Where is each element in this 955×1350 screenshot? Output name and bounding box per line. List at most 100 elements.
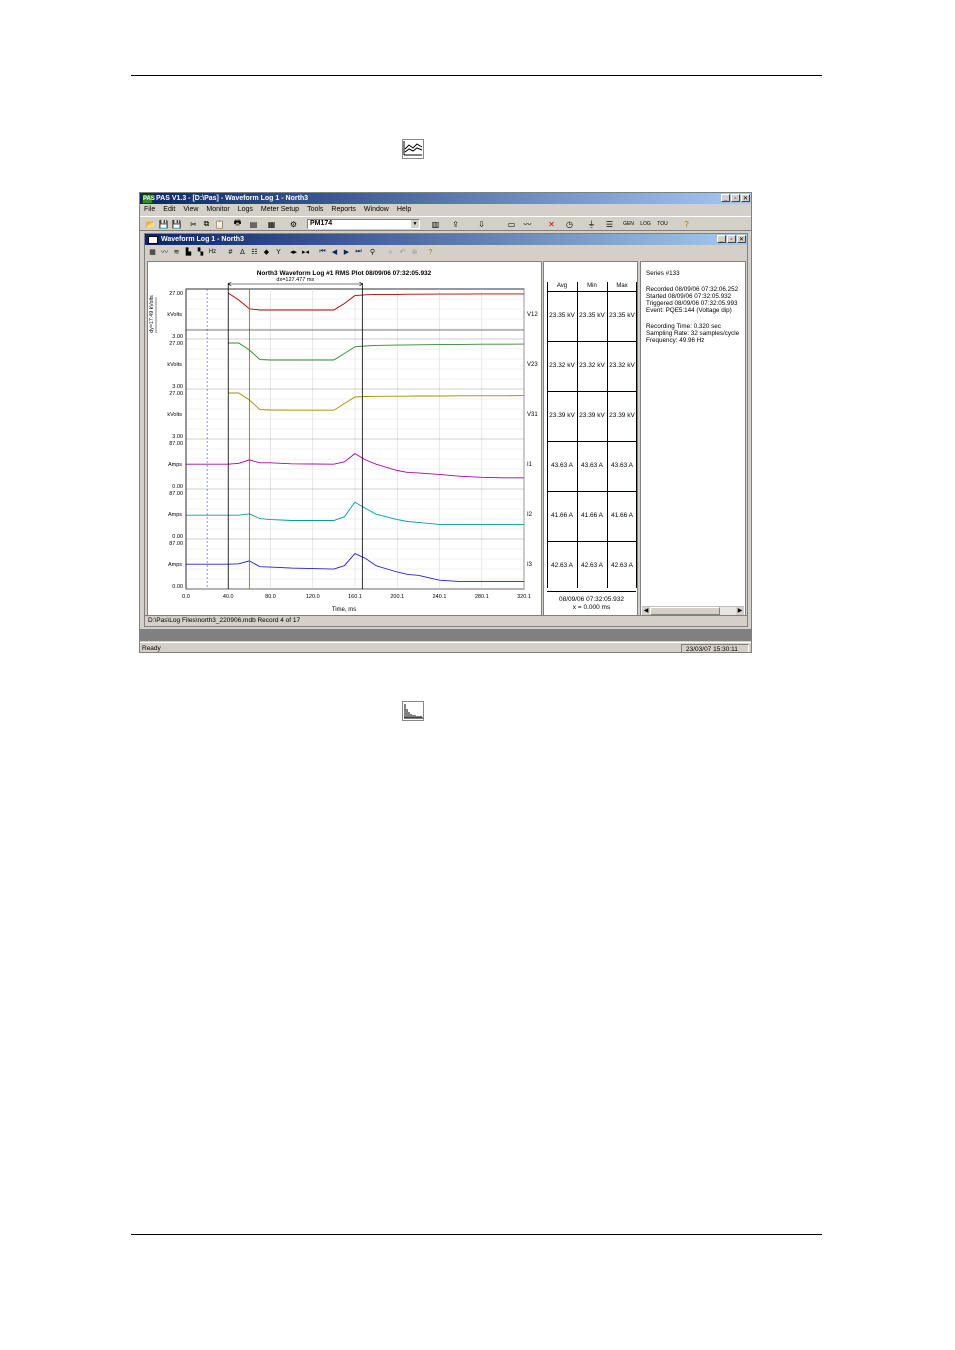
table-row: 43.63 A 43.63 A 43.63 A: [547, 441, 636, 492]
channels-icon[interactable]: ☷: [249, 247, 260, 257]
previous-record-icon[interactable]: ◀: [329, 247, 340, 257]
paste-icon[interactable]: 📋: [214, 219, 225, 229]
marker-icon[interactable]: ◆: [261, 247, 272, 257]
series-line-v23: [228, 342, 524, 361]
clock-icon[interactable]: ◷: [564, 219, 575, 229]
tou-button[interactable]: TOU: [657, 219, 668, 229]
chevron-down-icon[interactable]: ▼: [411, 220, 419, 228]
x-tick-label: 240.1: [433, 594, 447, 600]
copy-icon[interactable]: ⧉: [201, 219, 212, 229]
save-all-icon[interactable]: 💾: [171, 219, 182, 229]
table-border: [636, 282, 637, 588]
delete-icon[interactable]: ✕: [546, 219, 557, 229]
x-tick-label: 40.0: [223, 594, 234, 600]
reset-icon[interactable]: ⏚: [586, 219, 597, 229]
save-icon[interactable]: 💾: [158, 219, 169, 229]
y-max-label: 87.00: [169, 491, 183, 497]
scroll-right-icon[interactable]: ▶: [736, 607, 744, 615]
min-cell: 41.66 A: [580, 512, 604, 519]
max-cell: 23.39 kV: [609, 412, 635, 419]
y-min-label: 0.00: [172, 484, 183, 490]
scroll-thumb[interactable]: [650, 607, 720, 615]
print-preview-icon[interactable]: ▤: [248, 219, 259, 229]
info-line: Triggered 08/09/06 07:32:05.993: [646, 300, 738, 307]
series-line-v12: [227, 292, 524, 311]
app-title: PAS V1.3 - [D:\Pas] - Waveform Log 1 - N…: [156, 195, 309, 202]
child-maximize-button[interactable]: ▫: [727, 235, 736, 243]
min-header: Min: [587, 283, 597, 289]
list-icon[interactable]: ☰: [604, 219, 615, 229]
header-rule: [131, 75, 822, 76]
rms-plot-pane[interactable]: North3 Waveform Log #1 RMS Plot 08/09/06…: [147, 261, 542, 618]
zoom-x-icon[interactable]: ◂▸: [288, 247, 299, 257]
menu-logs[interactable]: Logs: [238, 206, 253, 213]
menu-file[interactable]: File: [144, 206, 155, 213]
menu-edit[interactable]: Edit: [163, 206, 175, 213]
close-button[interactable]: ✕: [741, 194, 750, 202]
fit-icon[interactable]: ▸◂: [300, 247, 311, 257]
open-folder-icon[interactable]: 📂: [145, 219, 156, 229]
scroll-left-icon[interactable]: ◀: [642, 607, 650, 615]
max-cell: 42.63 A: [610, 562, 634, 569]
menu-monitor[interactable]: Monitor: [206, 206, 229, 213]
x-tick-label: 200.1: [390, 594, 404, 600]
child-close-button[interactable]: ✕: [737, 235, 746, 243]
spectrum-view-icon[interactable]: ▙: [183, 247, 194, 257]
connect-icon[interactable]: ⚙: [288, 219, 299, 229]
menu-tools[interactable]: Tools: [307, 206, 323, 213]
phasor-icon[interactable]: ▚: [195, 247, 206, 257]
menu-meter-setup[interactable]: Meter Setup: [261, 206, 299, 213]
find-icon[interactable]: ⚲: [367, 247, 378, 257]
forward-icon[interactable]: »: [385, 247, 396, 257]
download-icon[interactable]: ⇩: [476, 219, 487, 229]
dy-annotation: dy=17.49 kVolts: [149, 295, 155, 333]
y-min-label: 3.00: [172, 434, 183, 440]
minimize-button[interactable]: _: [721, 194, 730, 202]
log-button[interactable]: LOG: [640, 219, 651, 229]
avg-header: Avg: [556, 283, 568, 289]
upload-icon[interactable]: ⇪: [450, 219, 461, 229]
monitor-icon[interactable]: ▭: [506, 219, 517, 229]
chart-icon[interactable]: 〰: [522, 219, 533, 229]
series-label: V31: [527, 412, 538, 418]
next-record-icon[interactable]: ▶: [341, 247, 352, 257]
stop-icon[interactable]: ⊗: [409, 247, 420, 257]
cursor-timestamp: 08/09/06 07:32:05.932: [558, 596, 625, 603]
zoom-y-icon[interactable]: Y: [273, 247, 284, 257]
waveform-toolbar: ▦ 〰 ≋ ▙ ▚ Hz # Δ ☷ ◆ Y ◂▸ ▸◂ ⏮ ◀ ▶ ⏭ ⚲ »…: [145, 246, 747, 259]
first-record-icon[interactable]: ⏮: [317, 247, 328, 257]
max-header: Max: [616, 283, 628, 289]
menu-reports[interactable]: Reports: [331, 206, 356, 213]
table-row: 41.66 A 41.66 A 41.66 A: [547, 491, 636, 542]
y-max-label: 27.00: [169, 391, 183, 397]
waveform-view-icon[interactable]: 〰: [159, 247, 170, 257]
undo-icon[interactable]: ↶: [397, 247, 408, 257]
cursor-x-value: x = 0.000 ms: [572, 604, 611, 611]
last-record-icon[interactable]: ⏭: [353, 247, 364, 257]
meter-icon[interactable]: ▦: [266, 219, 277, 229]
site-select[interactable]: PM174 ▼: [307, 219, 420, 229]
print-icon[interactable]: 🖶: [232, 218, 243, 229]
y-max-label: 27.00: [169, 341, 183, 347]
avg-cell: 23.35 kV: [549, 312, 575, 319]
maximize-button[interactable]: ▫: [731, 194, 740, 202]
delta-icon[interactable]: Δ: [237, 247, 248, 257]
child-minimize-button[interactable]: _: [717, 235, 726, 243]
app-titlebar: PAS PAS V1.3 - [D:\Pas] - Waveform Log 1…: [140, 193, 751, 204]
frequency-icon[interactable]: Hz: [207, 247, 218, 257]
menu-view[interactable]: View: [183, 206, 198, 213]
grid-icon[interactable]: #: [225, 247, 236, 257]
min-cell: 23.35 kV: [579, 312, 605, 319]
overlay-icon[interactable]: ≋: [171, 247, 182, 257]
rms-plot-chart[interactable]: North3 Waveform Log #1 RMS Plot 08/09/06…: [148, 262, 541, 617]
gen-button[interactable]: GEN: [623, 219, 634, 229]
x-tick-label: 0.0: [182, 594, 190, 600]
table-icon[interactable]: ▥: [430, 219, 441, 229]
table-view-icon[interactable]: ▦: [147, 247, 158, 257]
menu-help[interactable]: Help: [397, 206, 411, 213]
menu-window[interactable]: Window: [364, 206, 389, 213]
help-icon[interactable]: ?: [681, 219, 692, 229]
child-title: Waveform Log 1 - North3: [161, 236, 244, 243]
cut-icon[interactable]: ✂: [188, 219, 199, 229]
child-help-icon[interactable]: ?: [425, 247, 436, 257]
